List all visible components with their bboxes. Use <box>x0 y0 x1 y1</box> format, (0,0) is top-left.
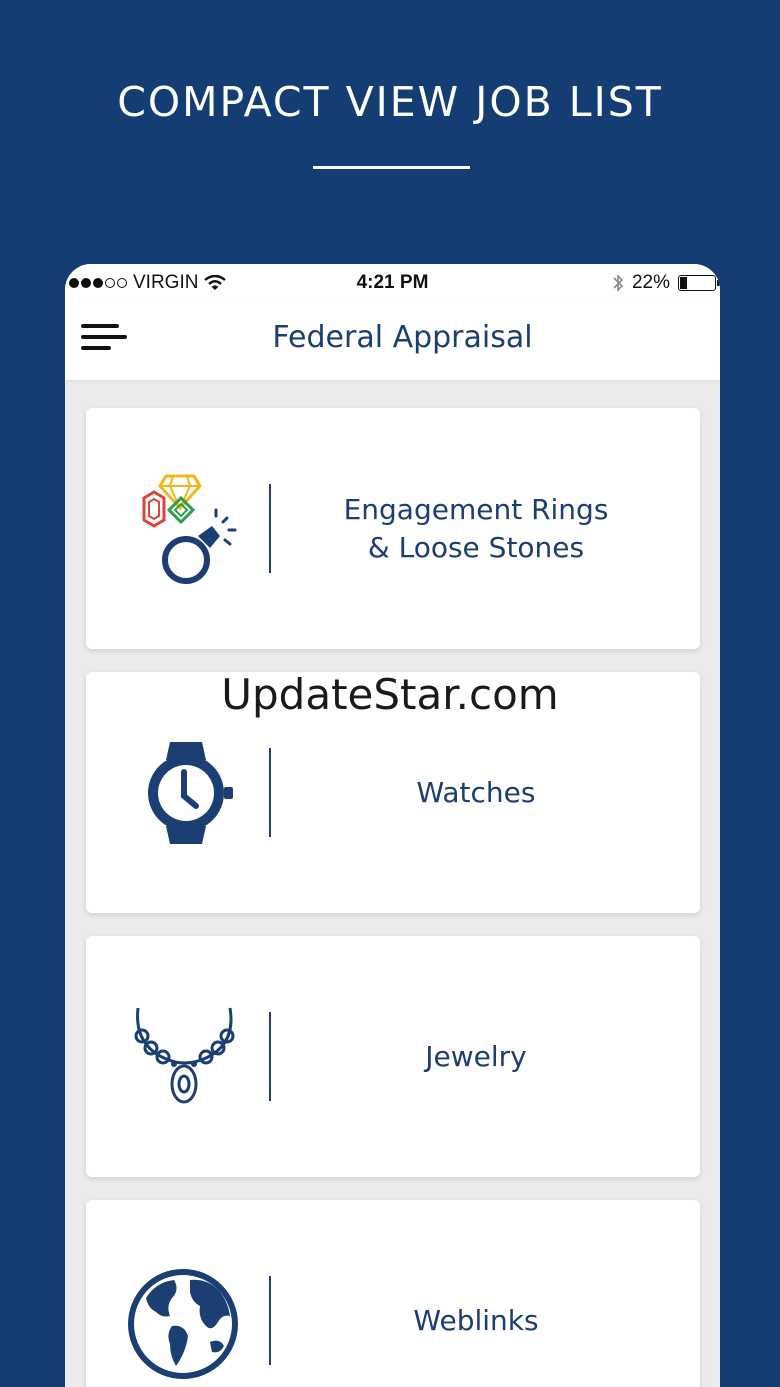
category-label: Watches <box>416 775 536 809</box>
category-card-weblinks[interactable]: Weblinks <box>86 1200 700 1387</box>
banner-title: COMPACT VIEW JOB LIST <box>117 78 663 126</box>
card-divider <box>269 1276 271 1365</box>
status-bar: VIRGIN 4:21 PM 22% <box>65 264 720 302</box>
category-label: Engagement Rings & Loose Stones <box>343 492 609 564</box>
category-card-watches[interactable]: Watches <box>86 672 700 913</box>
necklace-icon <box>134 1007 235 1103</box>
watch-icon <box>148 741 233 844</box>
category-label: Weblinks <box>413 1303 539 1337</box>
battery-percent: 22% <box>631 272 670 293</box>
gemstones-ring-icon <box>142 474 237 584</box>
banner-divider <box>313 166 470 169</box>
bluetooth-icon <box>613 274 624 292</box>
category-card-engagement-rings[interactable]: Engagement Rings & Loose Stones <box>86 408 700 649</box>
card-divider <box>269 484 271 573</box>
battery-icon <box>678 275 720 291</box>
globe-icon <box>128 1268 238 1379</box>
card-divider <box>269 748 271 837</box>
nav-bar: Federal Appraisal <box>65 302 720 380</box>
category-card-jewelry[interactable]: Jewelry <box>86 936 700 1177</box>
card-divider <box>269 1012 271 1101</box>
phone-screen: VIRGIN 4:21 PM 22% Federal Appraisal Eng… <box>65 264 720 1387</box>
app-title: Federal Appraisal <box>272 320 533 355</box>
category-label: Jewelry <box>425 1039 527 1073</box>
